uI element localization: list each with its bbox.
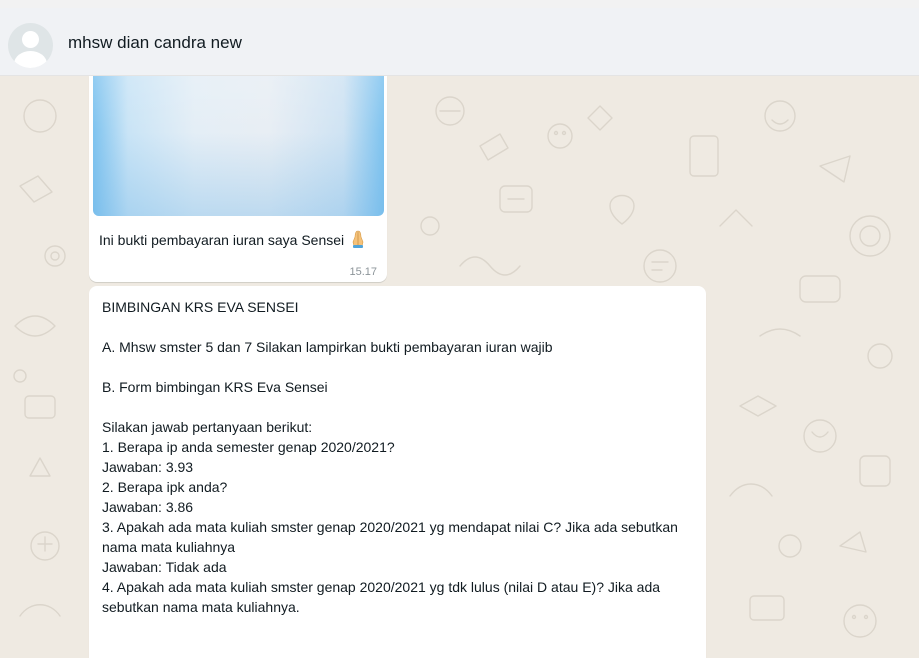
message-timestamp: 15.17 (349, 266, 377, 278)
text-message-bubble[interactable]: BIMBINGAN KRS EVA SENSEI A. Mhsw smster 5… (89, 286, 706, 658)
message-line: A. Mhsw smster 5 dan 7 Silakan lampirkan… (102, 339, 553, 355)
contact-name[interactable]: mhsw dian candra new (68, 33, 242, 53)
folded-hands-icon (352, 230, 364, 248)
message-line: Jawaban: Tidak ada (102, 559, 227, 575)
image-message-bubble[interactable]: Ini bukti pembayaran iuran saya Sensei 1… (89, 76, 387, 282)
blurred-image-thumbnail[interactable] (93, 76, 384, 216)
message-line: 3. Apakah ada mata kuliah smster genap 2… (102, 519, 678, 555)
message-line (102, 397, 697, 417)
contact-avatar-icon[interactable] (8, 23, 53, 68)
message-line (102, 317, 697, 337)
chat-header[interactable]: mhsw dian candra new (0, 8, 919, 76)
chat-window: mhsw dian candra new Ini bukti pembayara… (0, 0, 919, 658)
message-line: 4. Apakah ada mata kuliah smster genap 2… (102, 579, 661, 615)
message-line: B. Form bimbingan KRS Eva Sensei (102, 379, 328, 395)
message-line: BIMBINGAN KRS EVA SENSEI (102, 299, 299, 315)
message-line: 1. Berapa ip anda semester genap 2020/20… (102, 439, 395, 455)
message-line (102, 357, 697, 377)
message-line: Jawaban: 3.93 (102, 459, 194, 475)
message-text-body: BIMBINGAN KRS EVA SENSEI A. Mhsw smster 5… (102, 297, 697, 617)
avatar-body-shape (14, 51, 47, 68)
image-caption: Ini bukti pembayaran iuran saya Sensei (99, 230, 379, 250)
message-line: Jawaban: 3.86 (102, 499, 194, 515)
message-line: Silakan jawab pertanyaan berikut: (102, 419, 313, 435)
avatar-head-shape (22, 31, 39, 48)
message-line: 2. Berapa ipk anda? (102, 479, 228, 495)
caption-text: Ini bukti pembayaran iuran saya Sensei (99, 232, 345, 248)
